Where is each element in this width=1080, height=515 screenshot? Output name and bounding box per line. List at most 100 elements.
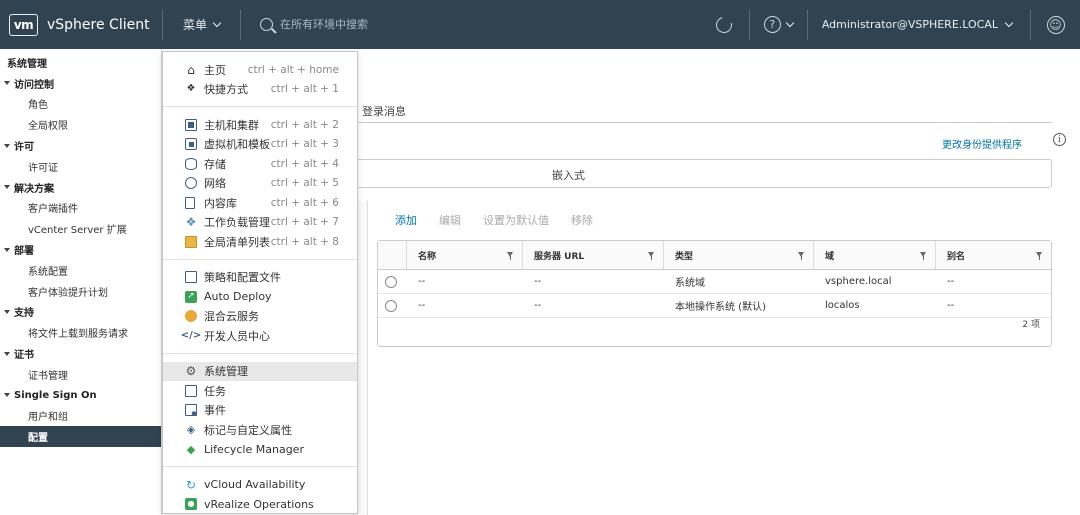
row-select[interactable] <box>378 270 407 293</box>
brand[interactable]: vm vSphere Client <box>0 0 162 49</box>
feedback-button[interactable]: ☺ <box>1031 0 1080 49</box>
sidebar-group-label: 部署 <box>14 246 34 258</box>
filter-icon[interactable] <box>507 252 513 260</box>
menu-button-label: 菜单 <box>183 18 208 32</box>
menu-item-global-inventory[interactable]: 全局清单列表 ctrl + alt + 8 <box>163 232 357 252</box>
user-name: Administrator@VSPHERE.LOCAL <box>821 18 998 31</box>
menu-item-vms-templates[interactable]: 虚拟机和模板 ctrl + alt + 3 <box>163 135 357 155</box>
search-input[interactable] <box>280 18 641 31</box>
menu-item-lifecycle-manager[interactable]: ◆ Lifecycle Manager <box>163 440 357 460</box>
menu-item-tasks[interactable]: 任务 <box>163 381 357 401</box>
sidebar-title: 系统管理 <box>7 58 47 70</box>
sidebar-group-sso[interactable]: Single Sign On <box>0 385 161 406</box>
shortcut-label: ctrl + alt + 8 <box>270 235 339 248</box>
events-icon <box>185 404 197 417</box>
filter-icon[interactable] <box>1036 252 1042 260</box>
column-header-url[interactable]: 服务器 URL <box>523 241 664 269</box>
tab-login-message[interactable]: 登录消息 <box>362 103 406 119</box>
table-row[interactable]: -- -- 本地操作系统 (默认) localos -- <box>378 294 1051 318</box>
home-icon: ⌂ <box>187 62 195 77</box>
global-inventory-icon <box>185 235 197 248</box>
sidebar-group-deployment[interactable]: 部署 <box>0 239 161 260</box>
sidebar-item-vcenter-extensions[interactable]: vCenter Server 扩展 <box>0 218 161 239</box>
app-title: vSphere Client <box>47 16 150 33</box>
table-item-count: 2 项 <box>1022 320 1040 330</box>
menu-item-workload-management[interactable]: ❖ 工作负载管理 ctrl + alt + 7 <box>163 213 357 233</box>
sidebar-group-support[interactable]: 支持 <box>0 302 161 323</box>
column-header-type[interactable]: 类型 <box>664 241 814 269</box>
row-select[interactable] <box>378 294 407 317</box>
menu-button[interactable]: 菜单 <box>163 0 240 49</box>
sidebar-group-label: 许可 <box>14 142 34 154</box>
menu-item-events[interactable]: 事件 <box>163 401 357 421</box>
refresh-button[interactable] <box>700 0 749 49</box>
cell-type: 系统域 <box>675 278 705 289</box>
main-menu-dropdown: ⌂ 主页 ctrl + alt + home ❖ 快捷方式 ctrl + alt + 1… <box>162 51 358 514</box>
sidebar-item-licenses[interactable]: 许可证 <box>0 156 161 177</box>
administration-icon: ⚙ <box>185 364 197 379</box>
cell-type: 本地操作系统 (默认) <box>675 302 766 313</box>
menu-item-policies-profiles[interactable]: 策略和配置文件 <box>163 268 357 288</box>
menu-item-network[interactable]: 网络 ctrl + alt + 5 <box>163 174 357 194</box>
sidebar-item-global-permissions[interactable]: 全局权限 <box>0 114 161 135</box>
chevron-down-icon <box>1004 18 1014 27</box>
table-row[interactable]: -- -- 系统域 vsphere.local -- <box>378 270 1051 294</box>
menu-item-vrealize-operations[interactable]: ● vRealize Operations <box>163 495 357 515</box>
menu-item-tags[interactable]: ◈ 标记与自定义属性 <box>163 420 357 440</box>
storage-icon <box>185 157 197 170</box>
menu-item-content-library[interactable]: 内容库 ctrl + alt + 6 <box>163 193 357 213</box>
sidebar-group-access-control[interactable]: 访问控制 <box>0 73 161 94</box>
change-identity-provider-link[interactable]: 更改身份提供程序 <box>942 136 1022 151</box>
sidebar-item-ceip[interactable]: 客户体验提升计划 <box>0 281 161 302</box>
radio-button[interactable] <box>385 299 397 312</box>
info-icon[interactable]: i <box>1053 133 1066 146</box>
help-menu[interactable]: ? <box>750 0 807 49</box>
content-library-icon <box>185 196 195 209</box>
column-header-domain[interactable]: 域 <box>814 241 936 269</box>
filter-icon[interactable] <box>920 252 926 260</box>
chevron-down-icon <box>785 18 795 27</box>
menu-item-shortcuts[interactable]: ❖ 快捷方式 ctrl + alt + 1 <box>163 80 357 100</box>
sidebar-item-upload-file[interactable]: 将文件上载到服务请求 <box>0 322 161 343</box>
edit-button[interactable]: 编辑 <box>439 212 461 228</box>
action-bar: 添加 编辑 设置为默认值 移除 <box>395 212 593 228</box>
menu-item-vcloud-availability[interactable]: ↻ vCloud Availability <box>163 475 357 495</box>
set-default-button[interactable]: 设置为默认值 <box>483 212 549 228</box>
cell-url: -- <box>534 276 542 287</box>
smiley-icon: ☺ <box>1046 15 1065 34</box>
menu-group: ⚙ 系统管理 任务 事件 ◈ 标记与自定义属性 ◆ Lifecycle Manager <box>163 354 357 467</box>
vms-templates-icon <box>185 138 197 151</box>
caret-down-icon <box>4 393 10 398</box>
filter-icon[interactable] <box>648 252 654 260</box>
sidebar-item-system-config[interactable]: 系统配置 <box>0 260 161 281</box>
filter-icon[interactable] <box>798 252 804 260</box>
remove-button[interactable]: 移除 <box>571 212 593 228</box>
add-button[interactable]: 添加 <box>395 212 417 228</box>
sidebar-item-certificate-management[interactable]: 证书管理 <box>0 364 161 385</box>
menu-item-hosts-clusters[interactable]: 主机和集群 ctrl + alt + 2 <box>163 115 357 135</box>
caret-down-icon <box>4 185 10 190</box>
sidebar-group-label: 证书 <box>14 350 34 362</box>
sidebar-item-users-groups[interactable]: 用户和组 <box>0 406 161 427</box>
column-header-alias[interactable]: 别名 <box>936 241 1051 269</box>
sidebar-group-solutions[interactable]: 解决方案 <box>0 177 161 198</box>
menu-item-storage[interactable]: 存储 ctrl + alt + 4 <box>163 154 357 174</box>
radio-button[interactable] <box>385 275 397 288</box>
menu-group: 主机和集群 ctrl + alt + 2 虚拟机和模板 ctrl + alt + 3… <box>163 107 357 260</box>
menu-item-home[interactable]: ⌂ 主页 ctrl + alt + home <box>163 60 357 80</box>
sidebar-group-certificates[interactable]: 证书 <box>0 343 161 364</box>
user-menu[interactable]: Administrator@VSPHERE.LOCAL <box>808 0 1030 49</box>
sidebar-item-roles[interactable]: 角色 <box>0 94 161 115</box>
menu-item-administration[interactable]: ⚙ 系统管理 <box>163 361 357 381</box>
sidebar-item-client-plugins[interactable]: 客户端插件 <box>0 198 161 219</box>
caret-down-icon <box>4 143 10 148</box>
menu-item-hybrid-cloud[interactable]: 混合云服务 <box>163 307 357 327</box>
column-header-name[interactable]: 名称 <box>407 241 523 269</box>
sidebar-group-licensing[interactable]: 许可 <box>0 135 161 156</box>
menu-item-developer-center[interactable]: </> 开发人员中心 <box>163 326 357 346</box>
embedded-label: 嵌入式 <box>552 169 585 182</box>
workload-management-icon: ❖ <box>185 215 197 230</box>
global-search[interactable] <box>241 0 641 49</box>
menu-item-auto-deploy[interactable]: ➚ Auto Deploy <box>163 287 357 307</box>
sidebar-item-configuration[interactable]: 配置 <box>0 426 161 448</box>
